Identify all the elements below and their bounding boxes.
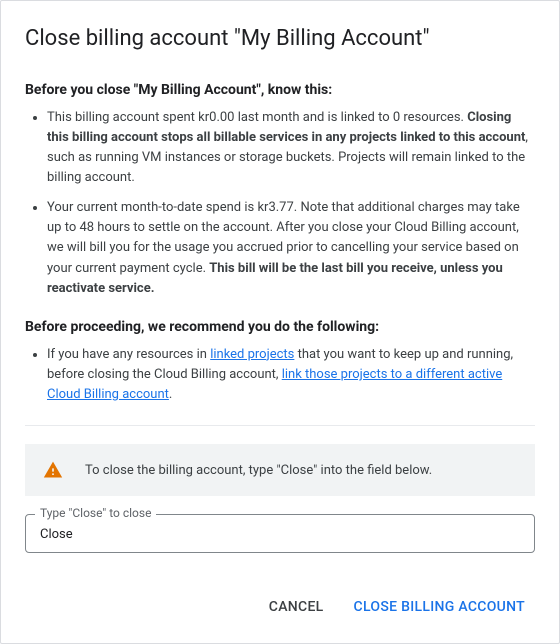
- know-this-list: This billing account spent kr0.00 last m…: [25, 108, 535, 299]
- cancel-button[interactable]: Cancel: [259, 591, 334, 623]
- confirm-input-wrapper: Type "Close" to close: [25, 514, 535, 553]
- recommend-heading: Before proceeding, we recommend you do t…: [25, 319, 535, 335]
- dialog-title: Close billing account "My Billing Accoun…: [25, 25, 535, 54]
- list-item: This billing account spent kr0.00 last m…: [47, 108, 535, 189]
- warning-icon: [43, 460, 63, 480]
- list-item: If you have any resources in linked proj…: [47, 345, 535, 405]
- bullet-text: This billing account spent kr0.00 last m…: [47, 110, 467, 125]
- alert-box: To close the billing account, type "Clos…: [25, 444, 535, 496]
- recommend-list: If you have any resources in linked proj…: [25, 345, 535, 405]
- know-this-heading: Before you close "My Billing Account", k…: [25, 82, 535, 98]
- list-item: Your current month-to-date spend is kr3.…: [47, 198, 535, 299]
- confirm-input-label: Type "Close" to close: [35, 506, 156, 520]
- divider: [25, 425, 535, 426]
- linked-projects-link[interactable]: linked projects: [210, 347, 294, 362]
- bullet-text: .: [169, 387, 172, 402]
- dialog-actions: Cancel Close Billing Account: [25, 591, 535, 623]
- close-billing-account-button[interactable]: Close Billing Account: [344, 591, 535, 623]
- bullet-text: If you have any resources in: [47, 347, 210, 362]
- close-billing-dialog: Close billing account "My Billing Accoun…: [0, 0, 560, 644]
- alert-text: To close the billing account, type "Clos…: [85, 463, 432, 478]
